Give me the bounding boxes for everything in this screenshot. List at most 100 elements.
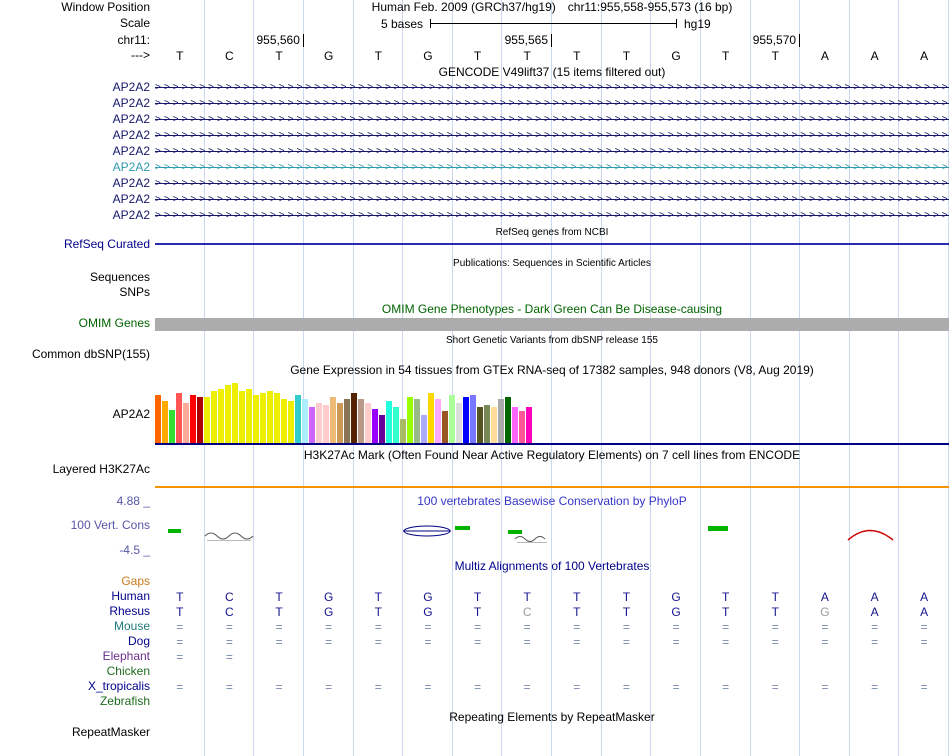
multiz-species-row[interactable]: Gaps <box>0 575 950 589</box>
gtex-expression-bar[interactable] <box>295 395 301 443</box>
gtex-expression-bar[interactable] <box>218 389 224 443</box>
dbsnp-track-title[interactable]: Short Genetic Variants from dbSNP releas… <box>155 334 949 347</box>
gtex-expression-bar[interactable] <box>337 403 343 443</box>
multiz-species-label[interactable]: Gaps <box>121 575 150 588</box>
gtex-expression-bar[interactable] <box>512 407 518 443</box>
gencode-gene-row[interactable]: AP2A2 >>>>>>>>>>>>>>>>>>>>>>>>>>>>>>>>>>>… <box>0 80 950 96</box>
gtex-expression-bar[interactable] <box>309 407 315 443</box>
gtex-expression-bar[interactable] <box>358 399 364 443</box>
multiz-species-label[interactable]: Zebrafish <box>100 695 150 708</box>
gencode-gene-label[interactable]: AP2A2 <box>113 193 150 206</box>
h3k27ac-signal[interactable] <box>155 486 949 488</box>
gtex-expression-bar[interactable] <box>484 405 490 443</box>
gtex-expression-bar[interactable] <box>442 411 448 443</box>
publications-track-title[interactable]: Publications: Sequences in Scientific Ar… <box>155 257 949 270</box>
gtex-expression-bar[interactable] <box>211 391 217 443</box>
gtex-expression-bar[interactable] <box>491 407 497 443</box>
phylop-track-title[interactable]: 100 vertebrates Basewise Conservation by… <box>155 495 949 508</box>
gtex-expression-bar[interactable] <box>379 415 385 443</box>
gencode-gene-row[interactable]: AP2A2 >>>>>>>>>>>>>>>>>>>>>>>>>>>>>>>>>>>… <box>0 96 950 112</box>
gtex-expression-bar[interactable] <box>302 399 308 443</box>
multiz-species-row[interactable]: Human T C T G T G T T T T G T T A A A <box>0 590 950 605</box>
gtex-expression-bar[interactable] <box>330 397 336 443</box>
gtex-expression-bar[interactable] <box>449 395 455 443</box>
gencode-gene-row[interactable]: AP2A2 >>>>>>>>>>>>>>>>>>>>>>>>>>>>>>>>>>>… <box>0 160 950 176</box>
multiz-species-label[interactable]: X_tropicalis <box>88 680 150 693</box>
gtex-expression-bar[interactable] <box>365 403 371 443</box>
repeatmasker-track-label[interactable]: RepeatMasker <box>72 726 150 739</box>
gtex-gene-label[interactable]: AP2A2 <box>113 408 150 421</box>
gtex-expression-bar[interactable] <box>267 391 273 443</box>
gtex-expression-bar[interactable] <box>176 393 182 443</box>
gtex-expression-bar[interactable] <box>498 399 504 443</box>
gtex-expression-bar[interactable] <box>393 407 399 443</box>
gtex-expression-bar[interactable] <box>239 391 245 443</box>
h3k27ac-track-label[interactable]: Layered H3K27Ac <box>53 463 150 476</box>
gtex-expression-bar[interactable] <box>456 403 462 443</box>
dbsnp-track-label[interactable]: Common dbSNP(155) <box>32 348 150 361</box>
omim-gene-bar[interactable] <box>155 318 949 331</box>
gencode-gene-row[interactable]: AP2A2 >>>>>>>>>>>>>>>>>>>>>>>>>>>>>>>>>>>… <box>0 176 950 192</box>
gtex-expression-bar[interactable] <box>190 395 196 443</box>
gtex-expression-bar[interactable] <box>351 393 357 443</box>
gtex-expression-bar[interactable] <box>162 401 168 443</box>
h3k27ac-track-title[interactable]: H3K27Ac Mark (Often Found Near Active Re… <box>155 449 949 462</box>
gencode-gene-label[interactable]: AP2A2 <box>113 129 150 142</box>
gencode-gene-row[interactable]: AP2A2 >>>>>>>>>>>>>>>>>>>>>>>>>>>>>>>>>>>… <box>0 208 950 224</box>
gencode-gene-row[interactable]: AP2A2 >>>>>>>>>>>>>>>>>>>>>>>>>>>>>>>>>>>… <box>0 144 950 160</box>
omim-track-title[interactable]: OMIM Gene Phenotypes - Dark Green Can Be… <box>155 303 949 316</box>
multiz-species-label[interactable]: Mouse <box>114 620 150 633</box>
gtex-expression-bar[interactable] <box>323 405 329 443</box>
gtex-expression-bar[interactable] <box>372 409 378 443</box>
multiz-species-row[interactable]: X_tropicalis = = = = = = = = = = = = = = = = <box>0 680 950 695</box>
gencode-gene-row[interactable]: AP2A2 >>>>>>>>>>>>>>>>>>>>>>>>>>>>>>>>>>>… <box>0 112 950 128</box>
multiz-species-label[interactable]: Chicken <box>107 665 150 678</box>
multiz-species-row[interactable]: Rhesus T C T G T G T C T T G T T G A A <box>0 605 950 620</box>
phylop-conservation-track[interactable] <box>155 509 949 555</box>
gtex-expression-bar[interactable] <box>169 410 175 443</box>
multiz-species-row[interactable]: Elephant = = <box>0 650 950 665</box>
gtex-expression-bar[interactable] <box>225 385 231 443</box>
gtex-expression-bar[interactable] <box>246 389 252 443</box>
multiz-species-row[interactable]: Zebrafish <box>0 695 950 709</box>
gencode-gene-label[interactable]: AP2A2 <box>113 177 150 190</box>
refseq-curated-label[interactable]: RefSeq Curated <box>64 238 150 251</box>
gtex-expression-bar[interactable] <box>260 393 266 443</box>
gtex-expression-bar[interactable] <box>281 399 287 443</box>
gtex-expression-bar[interactable] <box>253 395 259 443</box>
phylop-track-label[interactable]: 100 Vert. Cons <box>71 519 150 532</box>
gtex-expression-bar[interactable] <box>421 415 427 443</box>
gencode-gene-label[interactable]: AP2A2 <box>113 97 150 110</box>
snps-track-label[interactable]: SNPs <box>119 286 150 299</box>
multiz-species-label[interactable]: Rhesus <box>109 605 150 618</box>
gtex-expression-bar[interactable] <box>428 393 434 443</box>
gtex-expression-bar[interactable] <box>463 397 469 443</box>
gtex-expression-bar[interactable] <box>183 403 189 443</box>
sequences-track-label[interactable]: Sequences <box>90 271 150 284</box>
gencode-gene-label[interactable]: AP2A2 <box>113 209 150 222</box>
gtex-expression-bar[interactable] <box>204 397 210 443</box>
multiz-species-label[interactable]: Human <box>111 590 150 603</box>
gtex-expression-bar[interactable] <box>435 399 441 443</box>
gtex-expression-bar[interactable] <box>470 395 476 443</box>
gtex-expression-bar[interactable] <box>197 397 203 443</box>
gtex-expression-bar[interactable] <box>407 397 413 443</box>
gtex-expression-bar[interactable] <box>316 403 322 443</box>
multiz-species-label[interactable]: Dog <box>128 635 150 648</box>
multiz-species-row[interactable]: Chicken <box>0 665 950 679</box>
refseq-gene-bar[interactable] <box>155 243 949 245</box>
gtex-expression-bar[interactable] <box>400 419 406 443</box>
gencode-gene-row[interactable]: AP2A2 >>>>>>>>>>>>>>>>>>>>>>>>>>>>>>>>>>>… <box>0 192 950 208</box>
gtex-expression-bar[interactable] <box>155 395 161 443</box>
multiz-species-row[interactable]: Mouse = = = = = = = = = = = = = = = = <box>0 620 950 635</box>
gencode-gene-row[interactable]: AP2A2 >>>>>>>>>>>>>>>>>>>>>>>>>>>>>>>>>>>… <box>0 128 950 144</box>
gtex-expression-bar[interactable] <box>232 383 238 443</box>
gtex-expression-bar[interactable] <box>414 399 420 443</box>
gtex-expression-bar[interactable] <box>477 407 483 443</box>
gtex-expression-bar[interactable] <box>505 397 511 443</box>
gencode-track-title[interactable]: GENCODE V49lift37 (15 items filtered out… <box>155 66 949 79</box>
gencode-gene-label[interactable]: AP2A2 <box>113 81 150 94</box>
gtex-expression-bar[interactable] <box>519 411 525 443</box>
multiz-species-row[interactable]: Dog = = = = = = = = = = = = = = = = <box>0 635 950 650</box>
gtex-track-title[interactable]: Gene Expression in 54 tissues from GTEx … <box>155 364 949 377</box>
